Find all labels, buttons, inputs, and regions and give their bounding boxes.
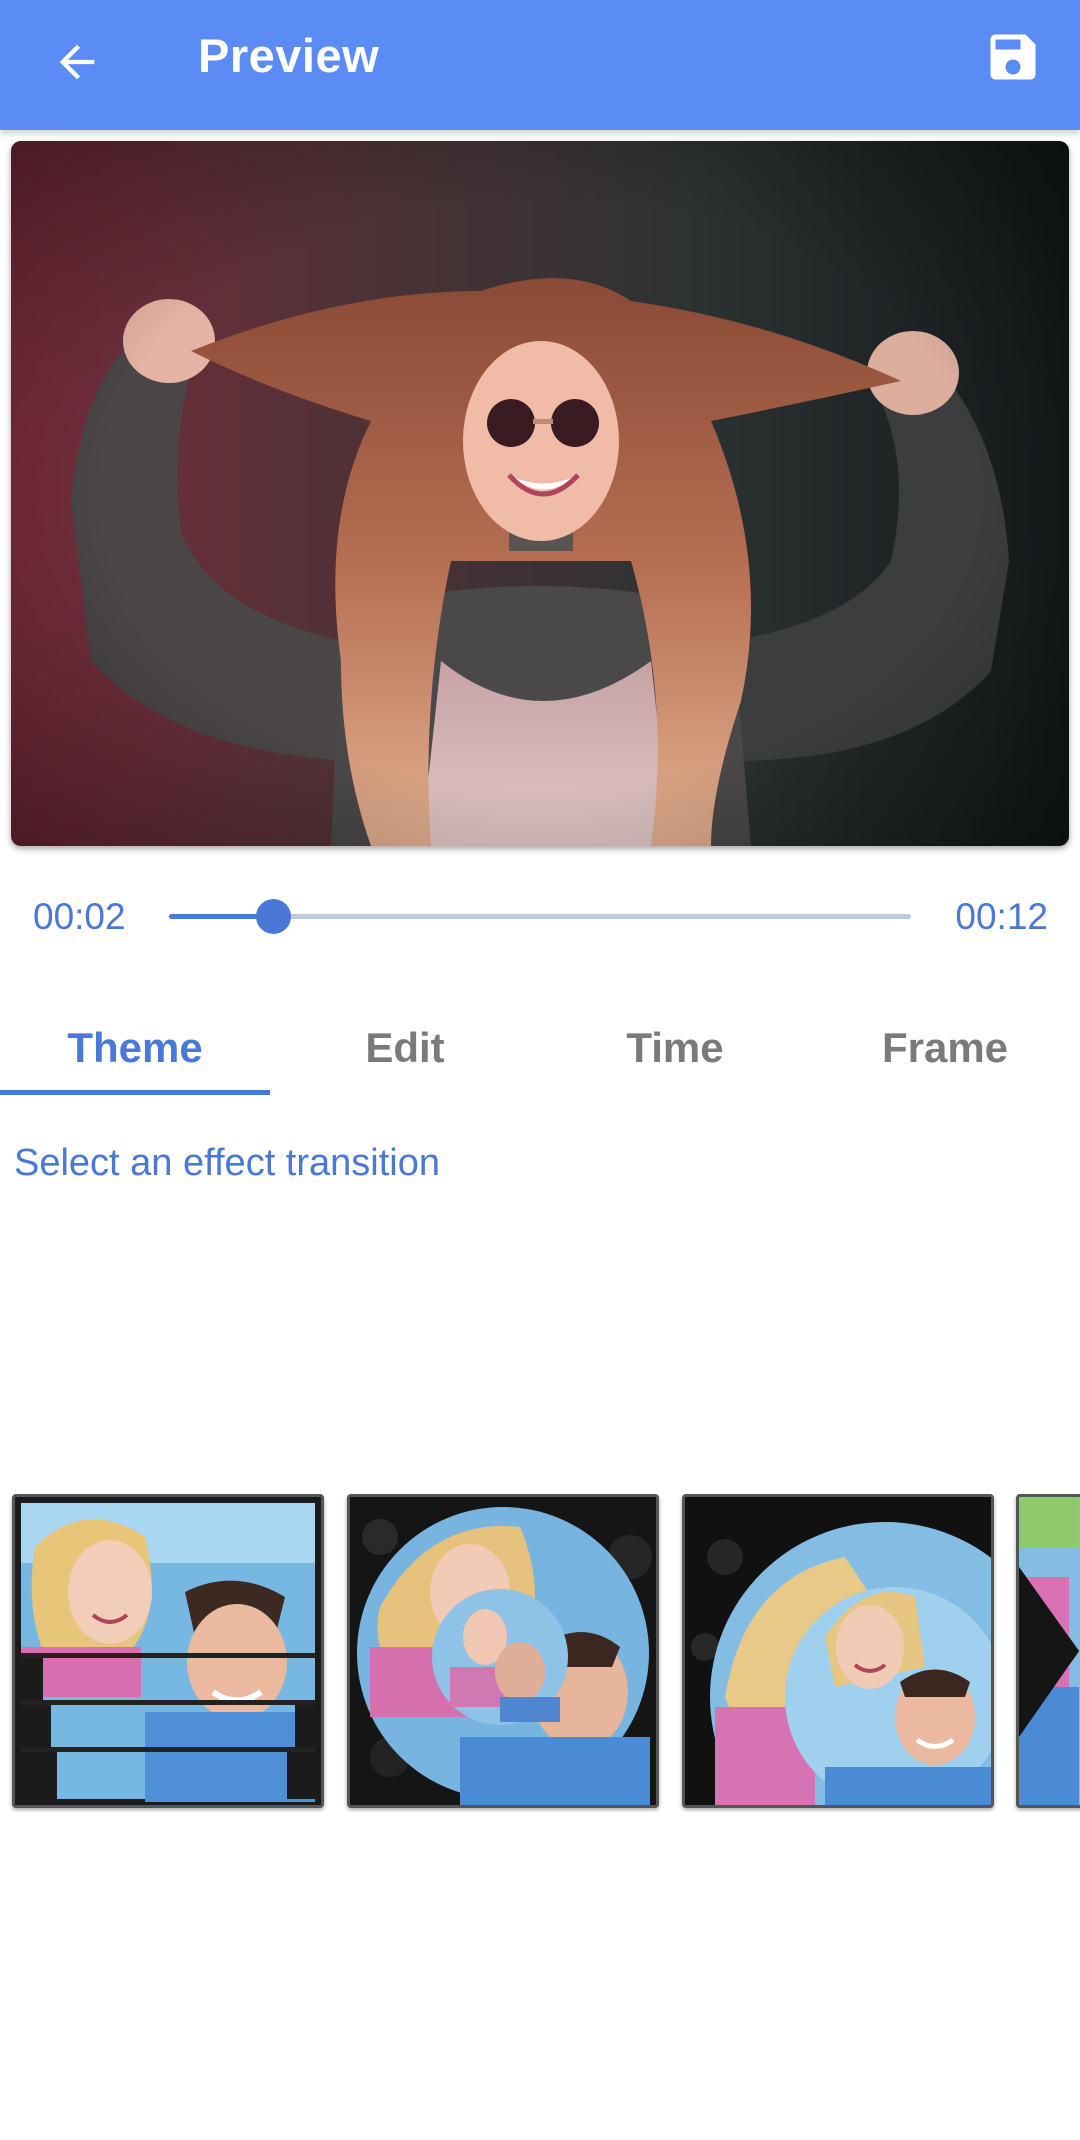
current-time: 00:02 [33,896,126,937]
tab-time[interactable]: Time [540,990,810,1095]
save-floppy-icon [990,34,1036,80]
app-bar: Preview [0,0,1080,130]
seek-bar-thumb[interactable] [255,899,291,934]
tab-frame[interactable]: Frame [810,990,1080,1095]
effect-list[interactable] [0,1494,1080,1812]
effect-preview-strips [15,1497,321,1805]
tab-edit[interactable]: Edit [270,990,540,1095]
effect-thumbnail-circle-zoom[interactable] [347,1494,659,1808]
back-button[interactable] [40,25,114,99]
effect-preview-circle-reveal [685,1497,991,1805]
effect-preview-wedge [1019,1497,1080,1805]
preview-photo [11,141,1069,846]
effect-thumbnail-circle-reveal[interactable] [682,1494,994,1808]
effect-preview-circle-zoom [350,1497,656,1805]
tab-theme[interactable]: Theme [0,990,270,1095]
tab-bar: Theme Edit Time Frame [0,990,1080,1095]
effect-hint: Select an effect transition [14,1142,440,1184]
save-button[interactable] [974,18,1052,96]
seek-bar[interactable] [169,899,911,934]
video-preview[interactable] [11,141,1069,846]
page-title: Preview [198,29,380,82]
arrow-back-icon [59,44,95,80]
effect-thumbnail-wedge[interactable] [1016,1494,1080,1808]
total-time: 00:12 [955,896,1048,937]
effect-thumbnail-strips[interactable] [12,1494,324,1808]
